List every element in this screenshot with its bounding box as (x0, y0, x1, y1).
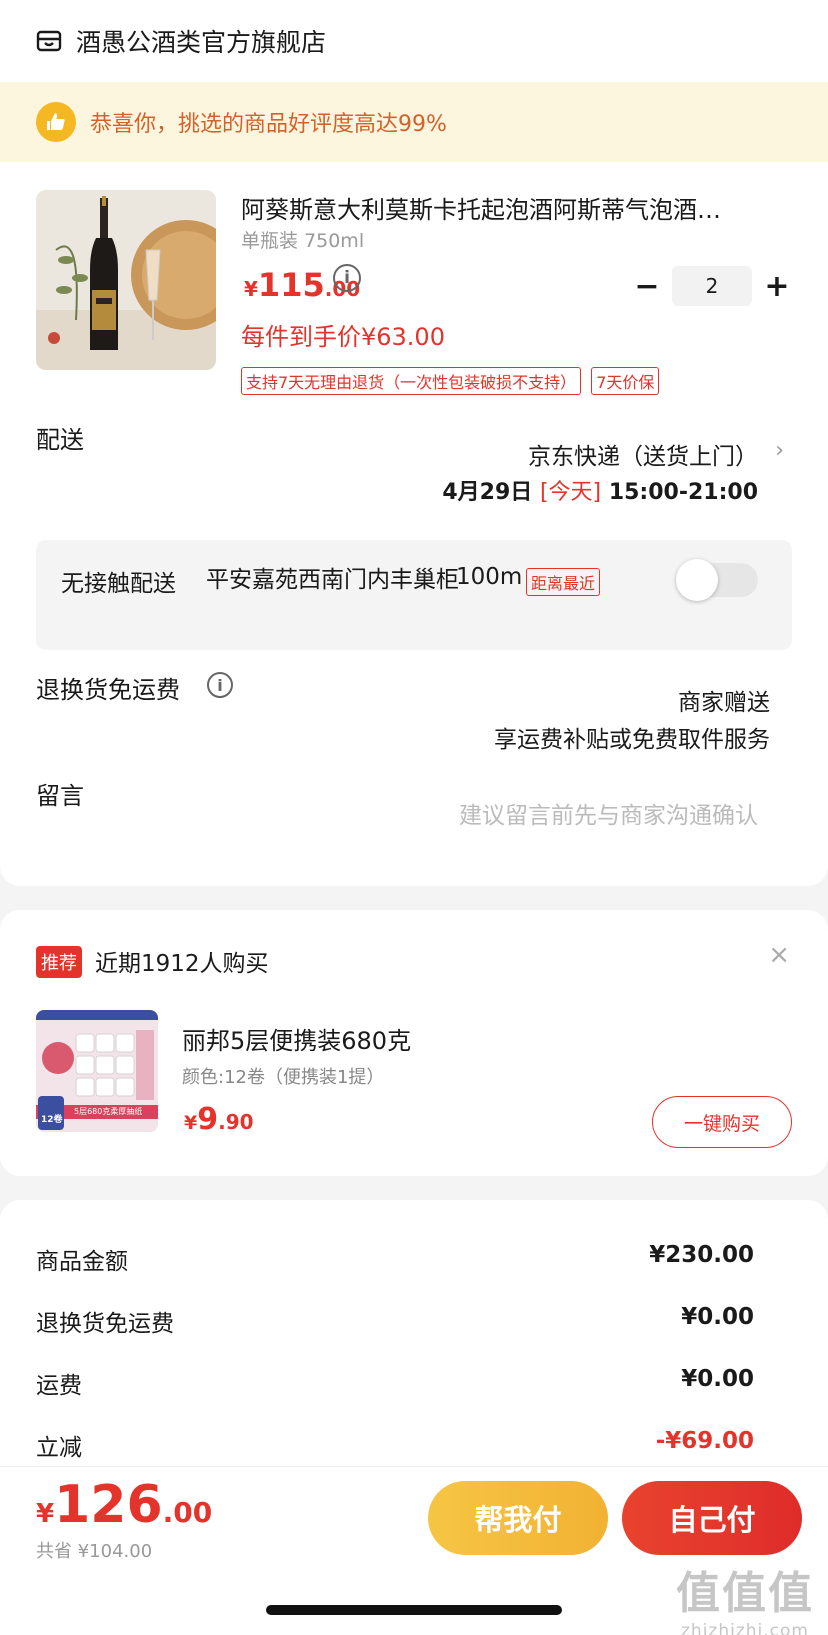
price-info-icon[interactable]: i (333, 264, 361, 292)
total-price: ¥126.00 (36, 1475, 212, 1535)
quantity-increase-button[interactable]: + (762, 266, 792, 306)
recommend-image-caption: 5层680克柔厚抽纸 (74, 1107, 143, 1116)
return-info-icon[interactable]: i (207, 672, 233, 698)
praise-text: 恭喜你，挑选的商品好评度高达99% (90, 112, 447, 137)
total-integer: 126 (54, 1475, 163, 1535)
recommend-title: 近期1912人购买 (95, 951, 269, 977)
contactless-delivery: 无接触配送 平安嘉苑西南门内丰巢柜 100m 距离最近 (36, 540, 792, 650)
service-tags: 支持7天无理由退货（一次性包装破损不支持） 7天价保 (241, 367, 669, 395)
price-currency: ¥ (244, 277, 258, 301)
nearest-badge: 距离最近 (526, 568, 601, 596)
praise-banner: 恭喜你，挑选的商品好评度高达99% (0, 82, 828, 162)
return-service-label: 退换货免运费 (36, 676, 180, 704)
delivery-window: 15:00-21:00 (608, 480, 758, 505)
contactless-label: 无接触配送 (61, 571, 176, 597)
price-integer: 115 (257, 266, 325, 304)
delivery-label: 配送 (36, 426, 84, 454)
toggle-knob (676, 559, 718, 601)
recommend-card: 推荐 近期1912人购买 × 5层680克柔厚抽纸 12卷 丽邦5层便携装680… (0, 910, 828, 1176)
watermark-text: 值值值 (676, 1568, 814, 1619)
summary-row: 退换货免运费 ¥0.00 (36, 1304, 754, 1338)
chevron-right-icon[interactable]: › (775, 438, 784, 463)
price-protect-tag: 7天价保 (591, 367, 660, 395)
summary-row: 商品金额 ¥230.00 (36, 1242, 754, 1276)
summary-value: ¥0.00 (681, 1304, 754, 1330)
summary-label: 立减 (36, 1435, 82, 1461)
summary-label: 退换货免运费 (36, 1311, 174, 1337)
recommend-badge: 推荐 (36, 946, 82, 978)
recommend-image-count: 12卷 (41, 1115, 63, 1125)
store-name: 酒愚公酒类官方旗舰店 (76, 28, 327, 57)
price-summary: 商品金额 ¥230.00 退换货免运费 ¥0.00 运费 ¥0.00 立减 -¥… (0, 1200, 828, 1500)
product-title[interactable]: 阿葵斯意大利莫斯卡托起泡酒阿斯蒂气泡酒… (241, 190, 781, 225)
message-label: 留言 (36, 782, 84, 810)
watermark-logo: 值值值 zhizhizhi.com (676, 1557, 814, 1635)
recommend-spec: 颜色:12卷（便携装1提） (182, 1067, 385, 1088)
total-saved: 共省 ¥104.00 (36, 1541, 153, 1562)
return-service-desc: 享运费补贴或免费取件服务 (494, 727, 770, 753)
recommend-image[interactable]: 5层680克柔厚抽纸 12卷 (36, 1010, 158, 1132)
home-indicator[interactable] (266, 1605, 562, 1615)
delivery-time[interactable]: 4月29日 [今天] 15:00-21:00 (442, 474, 758, 506)
summary-label: 商品金额 (36, 1249, 128, 1275)
recommend-name[interactable]: 丽邦5层便携装680克 (182, 1021, 411, 1056)
net-price: 每件到手价¥63.00 (241, 323, 445, 351)
store-header[interactable]: 酒愚公酒类官方旗舰店 (0, 0, 828, 82)
summary-row: 运费 ¥0.00 (36, 1366, 754, 1400)
summary-label: 运费 (36, 1373, 82, 1399)
total-currency: ¥ (36, 1499, 55, 1529)
help-pay-button[interactable]: 帮我付 (428, 1481, 608, 1555)
return-policy-tag: 支持7天无理由退货（一次性包装破损不支持） (241, 367, 582, 395)
close-icon[interactable]: × (768, 940, 790, 970)
recommend-price: ¥9.90 (184, 1102, 254, 1137)
recommend-price-integer: 9 (197, 1102, 219, 1137)
one-click-buy-button[interactable]: 一键购买 (652, 1096, 792, 1148)
thumbs-up-icon (36, 102, 76, 142)
order-card: 阿葵斯意大利莫斯卡托起泡酒阿斯蒂气泡酒… 单瓶装 750ml ¥115.00 i… (0, 162, 828, 886)
self-pay-button[interactable]: 自己付 (622, 1481, 802, 1555)
store-icon (36, 30, 62, 52)
return-service-gift: 商家赠送 (678, 690, 770, 716)
checkout-bar: ¥126.00 共省 ¥104.00 帮我付 自己付 值值值 zhizhizhi… (0, 1466, 828, 1635)
pickup-distance: 100m (456, 564, 523, 590)
summary-value: -¥69.00 (655, 1428, 754, 1454)
watermark-url: zhizhizhi.com (681, 1621, 809, 1635)
summary-value: ¥0.00 (681, 1366, 754, 1392)
recommend-price-decimal: .90 (218, 1110, 254, 1134)
total-decimal: .00 (162, 1496, 213, 1529)
recommend-price-currency: ¥ (184, 1112, 198, 1134)
product-spec[interactable]: 单瓶装 750ml (241, 226, 364, 253)
summary-row: 立减 -¥69.00 (36, 1428, 754, 1462)
contactless-toggle[interactable] (676, 559, 758, 601)
summary-value: ¥230.00 (649, 1242, 754, 1268)
delivery-today: [今天] (539, 480, 602, 505)
delivery-method[interactable]: 京东快递（送货上门） (528, 437, 758, 471)
quantity-input[interactable]: 2 (672, 266, 752, 306)
delivery-date: 4月29日 (442, 480, 533, 505)
product-image[interactable] (36, 190, 216, 370)
message-input[interactable]: 建议留言前先与商家沟通确认 (459, 796, 758, 830)
quantity-decrease-button[interactable]: − (632, 266, 662, 306)
